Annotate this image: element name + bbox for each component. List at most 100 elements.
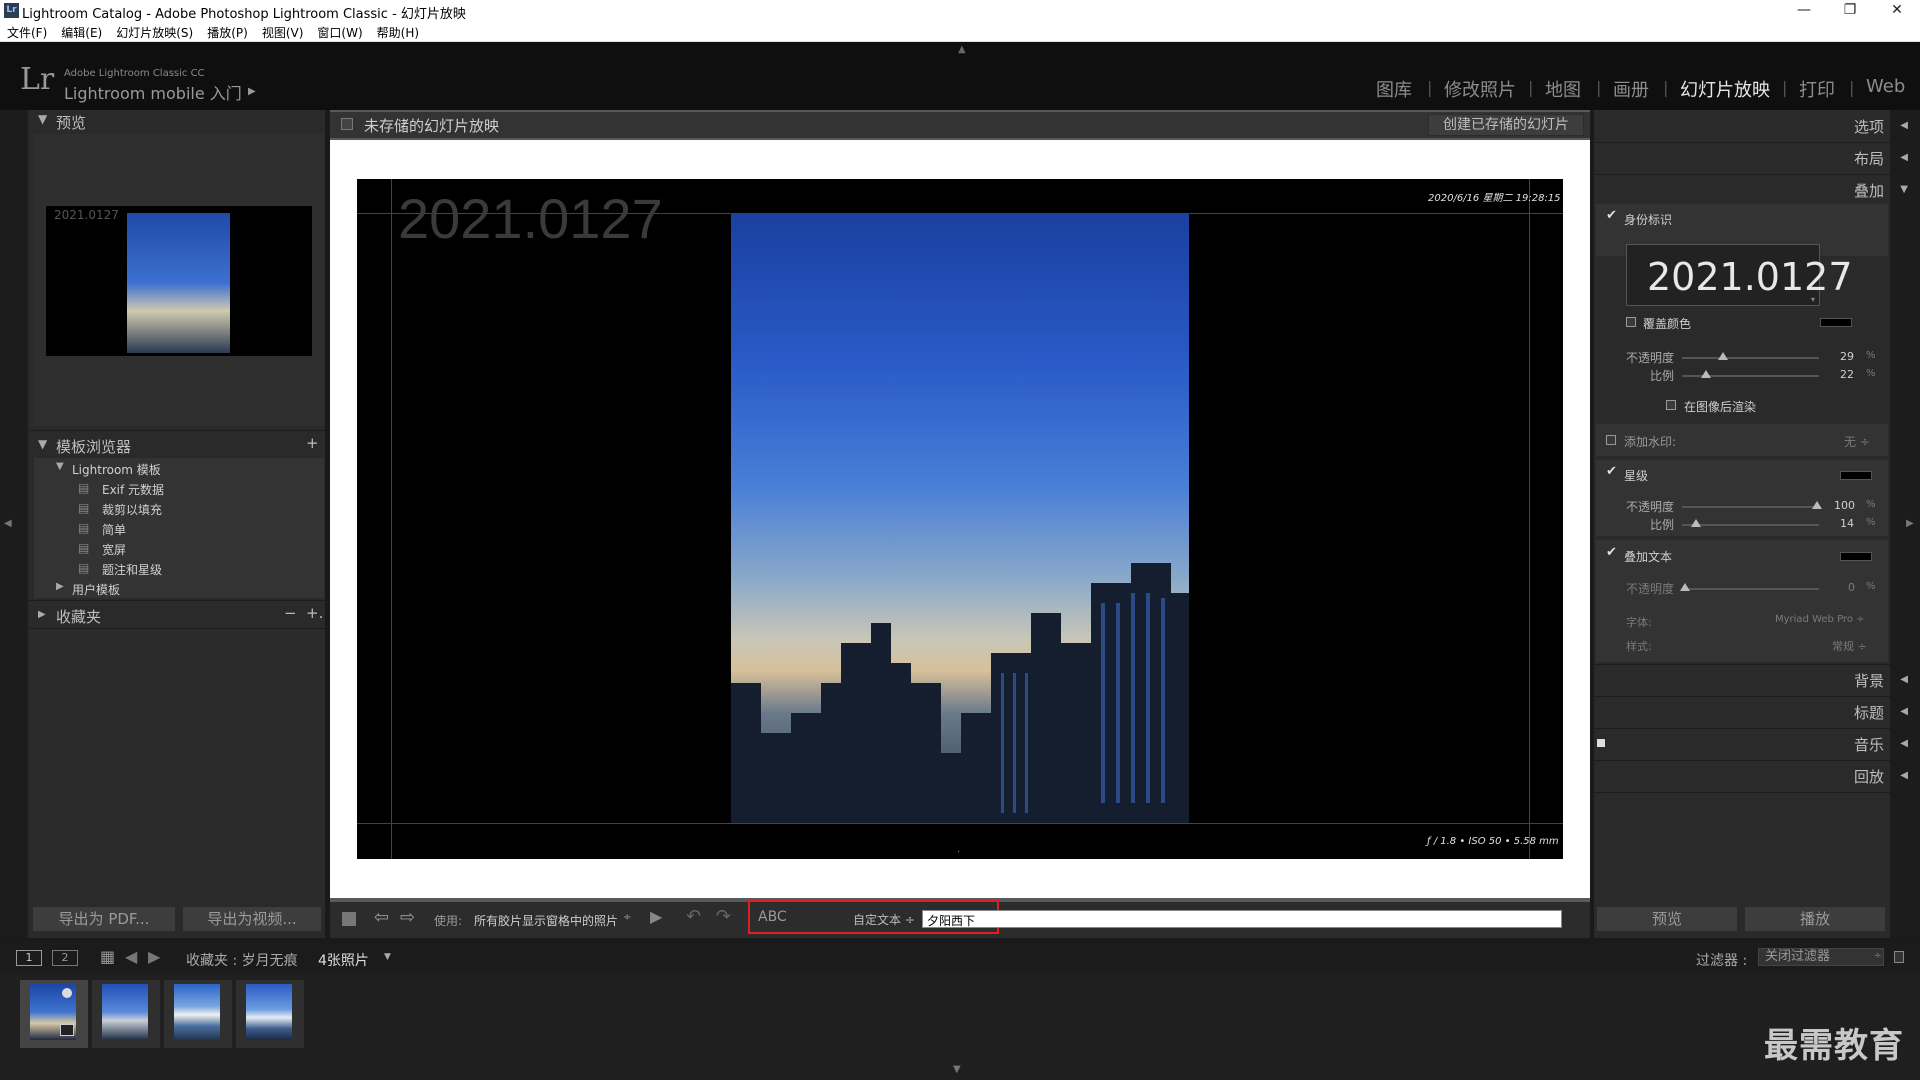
music-collapse-icon[interactable]: ◀ xyxy=(1900,738,1908,749)
abc-text-button[interactable]: ABC xyxy=(758,909,787,925)
rotate-left-icon[interactable]: ↶ xyxy=(686,906,701,927)
text-opacity-slider-thumb[interactable] xyxy=(1680,583,1690,591)
titles-header[interactable]: 标题 xyxy=(1854,702,1884,723)
minimize-icon[interactable]: — xyxy=(1781,0,1827,22)
rating-opacity-slider-thumb[interactable] xyxy=(1812,501,1822,509)
watermark-checkbox[interactable] xyxy=(1606,435,1616,445)
style-select[interactable]: 常规 ÷ xyxy=(1832,638,1867,654)
view-1-button[interactable]: 1 xyxy=(16,950,42,966)
opacity-value[interactable]: 29 xyxy=(1840,350,1854,363)
custom-text-input[interactable]: 夕阳西下 xyxy=(922,910,1562,928)
create-saved-slideshow-button[interactable]: 创建已存储的幻灯片 xyxy=(1428,114,1584,136)
layout-collapse-icon[interactable]: ◀ xyxy=(1900,152,1908,163)
watermark-select[interactable]: 无 ÷ xyxy=(1844,433,1870,450)
guide-line[interactable] xyxy=(391,179,392,859)
photo-count[interactable]: 4张照片 xyxy=(318,950,369,970)
filter-select-arrow-icon[interactable]: ÷ xyxy=(1874,951,1882,961)
collections-minus-icon[interactable]: − xyxy=(284,604,297,622)
playback-header[interactable]: 回放 xyxy=(1854,766,1884,787)
forward-icon[interactable]: ▶ xyxy=(148,947,160,966)
filmstrip-thumb[interactable] xyxy=(20,980,88,1048)
filter-select[interactable]: 关闭过滤器 xyxy=(1758,948,1884,966)
template-toggle-icon[interactable]: ▼ xyxy=(38,437,47,451)
music-header[interactable]: 音乐 xyxy=(1854,734,1884,755)
template-folder-user[interactable]: ▶ 用户模板 xyxy=(34,578,324,598)
scale-value[interactable]: 22 xyxy=(1840,368,1854,381)
opacity-slider[interactable] xyxy=(1682,357,1819,359)
scale-slider-thumb[interactable] xyxy=(1701,370,1711,378)
filmstrip-thumb[interactable] xyxy=(236,980,304,1048)
font-select[interactable]: Myriad Web Pro ÷ xyxy=(1775,614,1865,625)
collapse-bottom-icon[interactable]: ▼ xyxy=(953,1064,961,1075)
rating-opacity-value[interactable]: 100 xyxy=(1834,499,1855,512)
opacity-slider-thumb[interactable] xyxy=(1718,352,1728,360)
count-dropdown-icon[interactable]: ▼ xyxy=(384,952,391,962)
collections-plus-icon[interactable]: +. xyxy=(306,604,323,622)
text-overlay-checkbox[interactable]: ✔ xyxy=(1606,545,1617,560)
identity-plate-overlay[interactable]: 2021.0127 xyxy=(398,186,663,251)
override-color-checkbox[interactable] xyxy=(1626,317,1636,327)
rating-opacity-slider[interactable] xyxy=(1682,506,1819,508)
rotate-right-icon[interactable]: ↷ xyxy=(716,906,731,927)
use-select-arrow-icon[interactable]: ÷ xyxy=(623,912,631,923)
rating-checkbox[interactable]: ✔ xyxy=(1606,464,1617,479)
menu-slideshow[interactable]: 幻灯片放映(S) xyxy=(109,22,200,41)
menu-edit[interactable]: 编辑(E) xyxy=(54,22,109,41)
overlays-header[interactable]: 叠加 xyxy=(1854,180,1884,201)
filmstrip-thumb[interactable] xyxy=(92,980,160,1048)
export-video-button[interactable]: 导出为视频... xyxy=(182,906,322,932)
collections-toggle-icon[interactable]: ▶ xyxy=(38,609,46,620)
music-toggle[interactable] xyxy=(1597,739,1605,747)
date-overlay[interactable]: 2020/6/16 星期二 19:28:15 xyxy=(1428,189,1561,204)
template-item[interactable]: ▤ 题注和星级 xyxy=(34,558,324,578)
grid-icon[interactable]: ▦ xyxy=(100,947,115,966)
filter-lock-icon[interactable] xyxy=(1894,951,1904,963)
guide-line[interactable] xyxy=(357,823,1563,824)
play-button[interactable]: 播放 xyxy=(1744,906,1886,932)
collections-header[interactable]: 收藏夹 xyxy=(56,606,101,627)
right-collapse-icon[interactable]: ▶ xyxy=(1906,518,1914,529)
play-icon[interactable]: ▶ xyxy=(650,907,662,926)
filmstrip-source[interactable]: 收藏夹 : 岁月无痕 xyxy=(186,950,298,970)
prev-icon[interactable]: ⇦ xyxy=(374,907,389,928)
titles-collapse-icon[interactable]: ◀ xyxy=(1900,706,1908,717)
use-select[interactable]: 所有胶片显示窗格中的照片 xyxy=(474,912,618,929)
module-develop[interactable]: 修改照片 xyxy=(1444,76,1516,102)
layout-header[interactable]: 布局 xyxy=(1854,148,1884,169)
template-item[interactable]: ▤ 宽屏 xyxy=(34,538,324,558)
custom-text-select[interactable]: 自定文本 ÷ xyxy=(853,911,915,928)
module-library[interactable]: 图库 xyxy=(1376,76,1412,102)
overlays-expand-icon[interactable]: ▼ xyxy=(1900,184,1908,195)
backdrop-header[interactable]: 背景 xyxy=(1854,670,1884,691)
module-slideshow[interactable]: 幻灯片放映 xyxy=(1680,76,1770,102)
template-item[interactable]: ▤ 简单 xyxy=(34,518,324,538)
view-2-button[interactable]: 2 xyxy=(52,950,78,966)
identity-main-text[interactable]: Lightroom mobile 入门 xyxy=(64,80,242,104)
backdrop-collapse-icon[interactable]: ◀ xyxy=(1900,674,1908,685)
module-print[interactable]: 打印 xyxy=(1799,76,1835,102)
override-color-swatch[interactable] xyxy=(1820,318,1852,327)
module-book[interactable]: 画册 xyxy=(1613,76,1649,102)
filmstrip-thumb[interactable] xyxy=(164,980,232,1048)
preview-toggle-icon[interactable]: ▼ xyxy=(38,112,47,126)
export-pdf-button[interactable]: 导出为 PDF... xyxy=(32,906,176,932)
options-header[interactable]: 选项 xyxy=(1854,116,1884,137)
template-item[interactable]: ▤ 裁剪以填充 xyxy=(34,498,324,518)
back-icon[interactable]: ◀ xyxy=(125,947,137,966)
text-opacity-slider[interactable] xyxy=(1682,588,1819,590)
restore-icon[interactable]: ❐ xyxy=(1827,0,1873,22)
rating-scale-slider[interactable] xyxy=(1682,524,1819,526)
guide-line[interactable] xyxy=(1529,179,1530,859)
preview-button[interactable]: 预览 xyxy=(1596,906,1738,932)
playback-collapse-icon[interactable]: ◀ xyxy=(1900,770,1908,781)
menu-play[interactable]: 播放(P) xyxy=(200,22,255,41)
next-icon[interactable]: ⇨ xyxy=(400,907,415,928)
template-folder-lightroom[interactable]: ▼ Lightroom 模板 xyxy=(34,458,324,478)
text-overlay-color-swatch[interactable] xyxy=(1840,552,1872,561)
menu-file[interactable]: 文件(F) xyxy=(0,22,54,41)
rating-color-swatch[interactable] xyxy=(1840,471,1872,480)
identity-plate-box[interactable]: 2021.0127 ▾ xyxy=(1626,244,1853,306)
exif-overlay[interactable]: ƒ / 1.8 • ISO 50 • 5.58 mm xyxy=(1427,836,1559,847)
stop-icon[interactable] xyxy=(342,912,356,926)
menu-window[interactable]: 窗口(W) xyxy=(310,22,369,41)
